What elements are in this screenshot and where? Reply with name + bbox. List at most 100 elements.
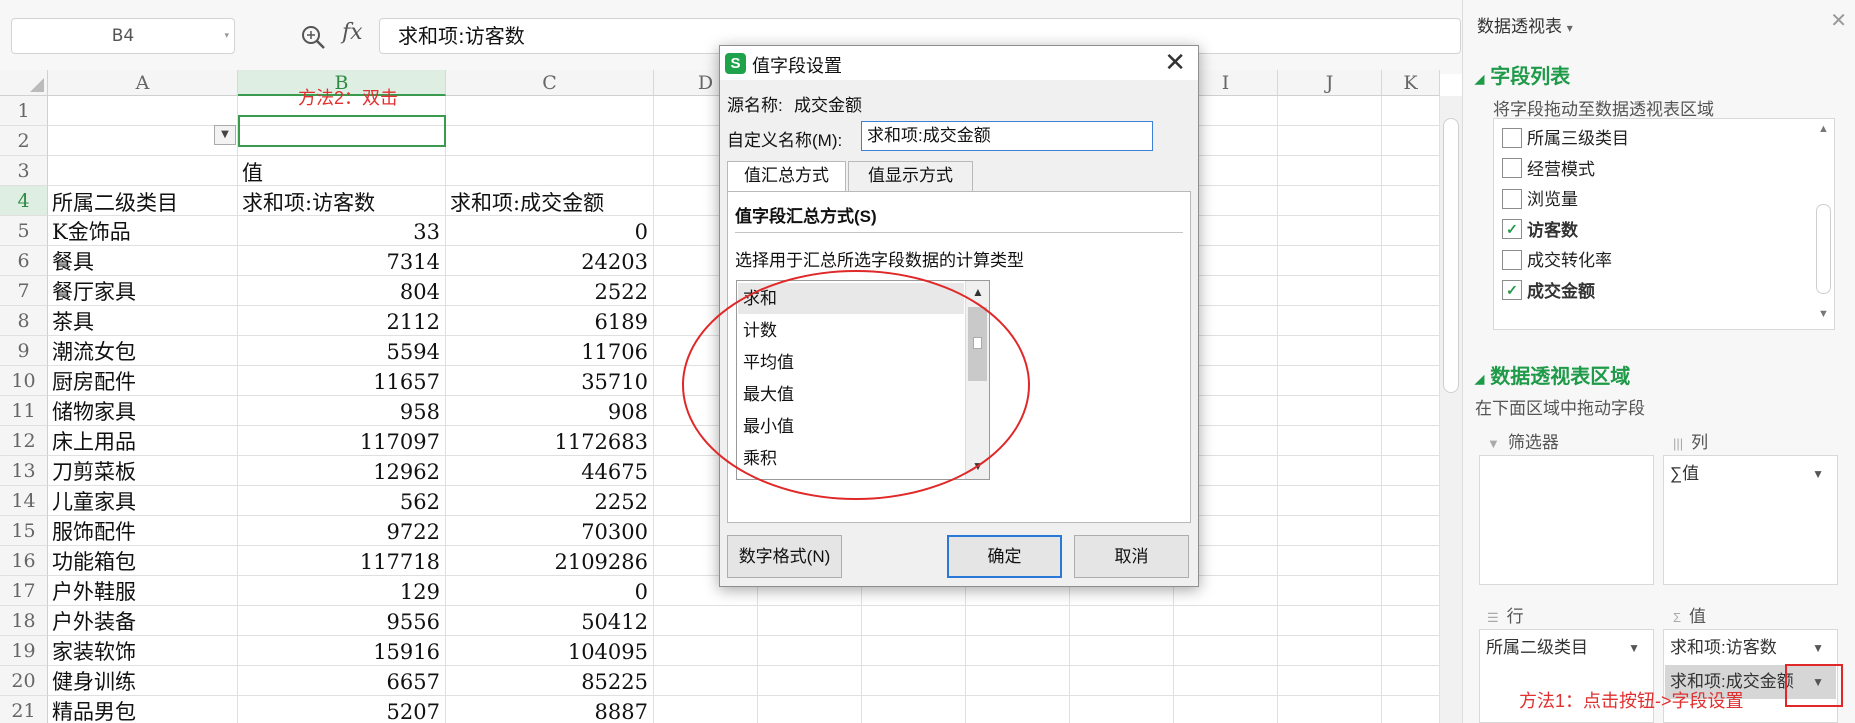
amount-cell[interactable]: 44675 <box>446 457 648 487</box>
fx-label[interactable]: fx <box>342 20 363 45</box>
row-header[interactable]: 4 <box>0 186 48 216</box>
visitors-cell[interactable]: 11657 <box>238 367 440 397</box>
amount-cell[interactable]: 0 <box>446 577 648 607</box>
column-header-c[interactable]: C <box>446 70 654 96</box>
filter-area-dropzone[interactable] <box>1479 455 1654 585</box>
column-header-j[interactable]: J <box>1278 70 1382 96</box>
number-format-button[interactable]: 数字格式(N) <box>727 535 842 578</box>
category-cell[interactable]: 床上用品 <box>52 427 237 457</box>
row-header[interactable]: 1 <box>0 96 48 126</box>
custom-name-input[interactable]: 求和项:成交金额 <box>861 121 1153 151</box>
amount-cell[interactable]: 85225 <box>446 667 648 697</box>
checked-checkbox-icon[interactable]: ✓ <box>1502 280 1522 301</box>
row-label-filter-dropdown[interactable]: ▼ <box>214 125 236 145</box>
row-header[interactable]: 16 <box>0 546 48 576</box>
column-header-k[interactable]: K <box>1382 70 1440 96</box>
amount-cell[interactable]: 8887 <box>446 697 648 723</box>
amount-cell[interactable]: 24203 <box>446 247 648 277</box>
ok-button[interactable]: 确定 <box>947 535 1062 578</box>
pane-title-caret-icon[interactable]: ▾ <box>1567 21 1573 35</box>
checkbox-icon[interactable] <box>1502 249 1522 270</box>
row-header[interactable]: 20 <box>0 666 48 696</box>
visitors-cell[interactable]: 958 <box>238 397 440 427</box>
amount-cell[interactable]: 50412 <box>446 607 648 637</box>
visitors-cell[interactable]: 129 <box>238 577 440 607</box>
category-cell[interactable]: 餐具 <box>52 247 237 277</box>
amount-cell[interactable]: 11706 <box>446 337 648 367</box>
pane-close-icon[interactable]: ✕ <box>1830 8 1847 33</box>
row-header[interactable]: 19 <box>0 636 48 666</box>
category-cell[interactable]: 儿童家具 <box>52 487 237 517</box>
field-item[interactable]: 成交转化率 <box>1502 248 1612 274</box>
visitors-cell[interactable]: 117097 <box>238 427 440 457</box>
pivot-areas-header[interactable]: ◢ 数据透视表区域 <box>1475 360 1630 389</box>
category-cell[interactable]: 精品男包 <box>52 697 237 723</box>
pivot-values-label-cell[interactable]: 值 <box>242 158 302 188</box>
rows-pill-category[interactable]: 所属二级类目 ▼ <box>1481 631 1652 665</box>
vertical-scrollbar[interactable] <box>1440 96 1462 723</box>
column-header-a[interactable]: A <box>48 70 238 96</box>
visitors-cell[interactable]: 12962 <box>238 457 440 487</box>
chevron-down-icon[interactable]: ▼ <box>1628 631 1640 665</box>
field-item[interactable]: 浏览量 <box>1502 187 1578 213</box>
name-box[interactable]: B4 ▾ <box>11 18 235 54</box>
category-cell[interactable]: 家装软饰 <box>52 637 237 667</box>
visitors-cell[interactable]: 15916 <box>238 637 440 667</box>
row-header[interactable]: 15 <box>0 516 48 546</box>
scroll-up-arrow-icon[interactable]: ▲ <box>1818 123 1829 135</box>
chevron-down-icon[interactable]: ▼ <box>1812 631 1824 665</box>
field-item[interactable]: 经营模式 <box>1502 157 1595 183</box>
category-cell[interactable]: 刀剪菜板 <box>52 457 237 487</box>
amount-cell[interactable]: 1172683 <box>446 427 648 457</box>
category-cell[interactable]: 潮流女包 <box>52 337 237 367</box>
field-item[interactable]: ✓ 成交金额 <box>1502 279 1595 305</box>
category-cell[interactable]: 功能箱包 <box>52 547 237 577</box>
dialog-titlebar[interactable]: S 值字段设置 ✕ <box>720 46 1198 80</box>
category-cell[interactable]: 储物家具 <box>52 397 237 427</box>
visitors-cell[interactable]: 5207 <box>238 697 440 723</box>
visitors-cell[interactable]: 6657 <box>238 667 440 697</box>
visitors-cell[interactable]: 7314 <box>238 247 440 277</box>
row-header[interactable]: 9 <box>0 336 48 366</box>
amount-cell[interactable]: 70300 <box>446 517 648 547</box>
columns-pill-values[interactable]: ∑值 ▼ <box>1665 457 1836 491</box>
pivot-row-header-cell[interactable]: 所属二级类目 <box>52 188 212 218</box>
row-header[interactable]: 10 <box>0 366 48 396</box>
values-pill-visitors[interactable]: 求和项:访客数 ▼ <box>1665 631 1836 665</box>
pivot-value-header-cell[interactable]: 求和项:成交金额 <box>450 188 650 218</box>
row-header[interactable]: 6 <box>0 246 48 276</box>
visitors-cell[interactable]: 804 <box>238 277 440 307</box>
row-header[interactable]: 3 <box>0 156 48 186</box>
row-header[interactable]: 7 <box>0 276 48 306</box>
row-header[interactable]: 2 <box>0 126 48 156</box>
row-header[interactable]: 8 <box>0 306 48 336</box>
row-header[interactable]: 21 <box>0 696 48 723</box>
category-cell[interactable]: 茶具 <box>52 307 237 337</box>
amount-cell[interactable]: 2109286 <box>446 547 648 577</box>
vertical-scrollbar-thumb[interactable] <box>1443 118 1459 393</box>
field-list-scrollbar[interactable]: ▲ ▼ <box>1813 120 1833 328</box>
amount-cell[interactable]: 908 <box>446 397 648 427</box>
row-header[interactable]: 11 <box>0 396 48 426</box>
row-header[interactable]: 18 <box>0 606 48 636</box>
collapse-triangle-icon[interactable]: ◢ <box>1475 72 1484 86</box>
collapse-triangle-icon[interactable]: ◢ <box>1475 372 1484 386</box>
checkbox-icon[interactable] <box>1502 127 1522 148</box>
close-icon[interactable]: ✕ <box>1164 47 1186 77</box>
columns-area-dropzone[interactable]: ∑值 ▼ <box>1663 455 1838 585</box>
visitors-cell[interactable]: 33 <box>238 217 440 247</box>
amount-cell[interactable]: 2522 <box>446 277 648 307</box>
amount-cell[interactable]: 35710 <box>446 367 648 397</box>
tab-show-values-as[interactable]: 值显示方式 <box>848 161 973 191</box>
chevron-down-icon[interactable]: ▼ <box>1812 457 1824 491</box>
row-header[interactable]: 13 <box>0 456 48 486</box>
field-list[interactable]: ▲ ▼ 所属三级类目 经营模式 浏览量 ✓ 访客数 成交转化率 ✓ 成交金额 <box>1493 118 1835 330</box>
cancel-button[interactable]: 取消 <box>1074 535 1189 578</box>
field-list-header[interactable]: ◢ 字段列表 <box>1475 60 1570 89</box>
category-cell[interactable]: K金饰品 <box>52 217 237 247</box>
row-header[interactable]: 5 <box>0 216 48 246</box>
category-cell[interactable]: 餐厅家具 <box>52 277 237 307</box>
amount-cell[interactable]: 104095 <box>446 637 648 667</box>
checked-checkbox-icon[interactable]: ✓ <box>1502 219 1522 240</box>
visitors-cell[interactable]: 5594 <box>238 337 440 367</box>
